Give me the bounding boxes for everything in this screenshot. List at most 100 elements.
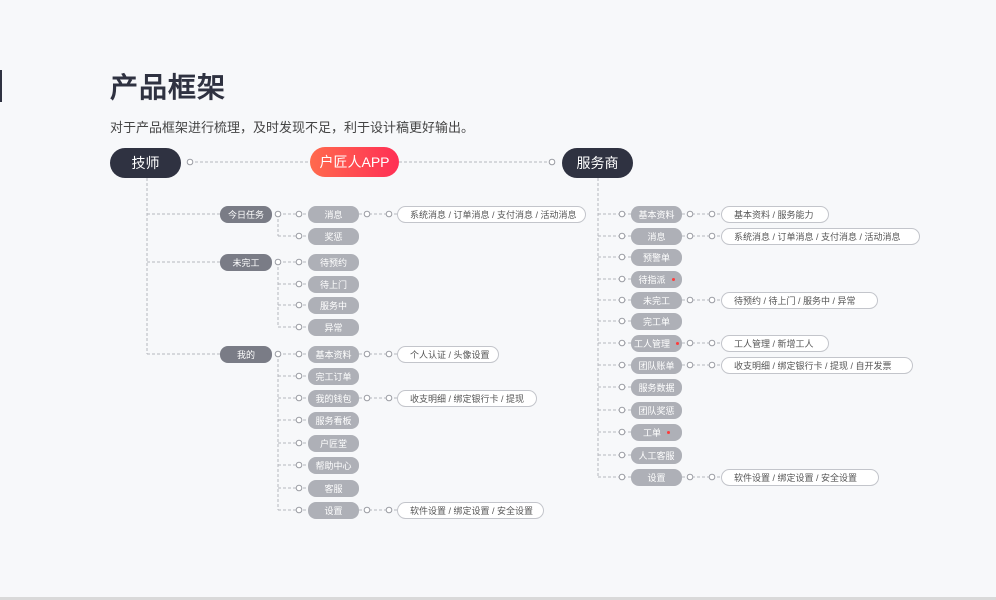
provider-item-6-label: 工人管理 <box>633 338 670 349</box>
provider-item-4[interactable]: 未完工 <box>631 291 682 309</box>
connector-dot <box>295 258 303 266</box>
connector-dot <box>295 280 303 288</box>
connector-dot <box>295 301 303 309</box>
provider-item-10-label: 工单 <box>642 427 661 438</box>
connector-dot <box>295 484 303 492</box>
connector-dot <box>295 506 303 514</box>
provider-detail-4-label: 待预约 / 待上门 / 服务中 / 异常 <box>734 295 856 306</box>
root-app[interactable]: 户匠人APP <box>310 147 399 177</box>
connector-dot <box>686 210 694 218</box>
alert-dot-icon <box>671 277 675 281</box>
provider-item-7-label: 团队账单 <box>638 360 675 371</box>
provider-item-9[interactable]: 团队奖惩 <box>631 401 682 419</box>
tech-detail-0-0[interactable]: 系统消息 / 订单消息 / 支付消息 / 活动消息 <box>397 205 586 223</box>
provider-item-10[interactable]: 工单 <box>631 423 682 441</box>
tech-item-2-6-label: 客服 <box>324 483 343 494</box>
tech-item-1-1[interactable]: 待上门 <box>308 275 359 293</box>
tech-item-1-2-label: 服务中 <box>319 300 347 311</box>
provider-detail-0-label: 基本资料 / 服务能力 <box>734 209 814 220</box>
provider-item-3-label: 待指派 <box>638 274 666 285</box>
connector-dot <box>295 210 303 218</box>
connector-dot <box>618 361 626 369</box>
tech-category-0[interactable]: 今日任务 <box>220 205 272 223</box>
connector-dot <box>295 372 303 380</box>
connector-dot <box>618 473 626 481</box>
connector-dot <box>295 232 303 240</box>
provider-detail-7-label: 收支明细 / 绑定银行卡 / 提现 / 自开发票 <box>734 360 892 371</box>
provider-item-4-label: 未完工 <box>642 295 670 306</box>
provider-item-3[interactable]: 待指派 <box>631 270 682 288</box>
provider-detail-1[interactable]: 系统消息 / 订单消息 / 支付消息 / 活动消息 <box>721 227 920 245</box>
provider-item-11-label: 人工客服 <box>638 450 675 461</box>
provider-detail-12[interactable]: 软件设置 / 绑定设置 / 安全设置 <box>721 468 879 486</box>
tech-item-2-2[interactable]: 我的钱包 <box>308 389 359 407</box>
tech-category-1[interactable]: 未完工 <box>220 253 272 271</box>
provider-item-1[interactable]: 消息 <box>631 227 682 245</box>
connector-dot <box>274 350 282 358</box>
tech-category-2[interactable]: 我的 <box>220 345 272 363</box>
provider-item-5-label: 完工单 <box>642 316 670 327</box>
tech-item-1-3-label: 异常 <box>324 322 343 333</box>
root-technician[interactable]: 技师 <box>110 148 181 178</box>
connector-dot <box>618 406 626 414</box>
provider-item-8[interactable]: 服务数据 <box>631 378 682 396</box>
tech-detail-2-0-label: 个人认证 / 头像设置 <box>410 349 490 360</box>
tech-item-2-4[interactable]: 户匠堂 <box>308 434 359 452</box>
provider-detail-6-label: 工人管理 / 新增工人 <box>734 338 814 349</box>
tech-detail-2-2[interactable]: 收支明细 / 绑定银行卡 / 提现 <box>397 389 537 407</box>
tech-item-2-0[interactable]: 基本资料 <box>308 345 359 363</box>
connector-dot <box>295 416 303 424</box>
provider-item-11[interactable]: 人工客服 <box>631 446 682 464</box>
connector-dot <box>295 323 303 331</box>
connector-dot <box>363 350 371 358</box>
provider-item-9-label: 团队奖惩 <box>638 405 675 416</box>
root-provider[interactable]: 服务商 <box>562 148 633 178</box>
connector-dot <box>708 210 716 218</box>
provider-item-0[interactable]: 基本资料 <box>631 205 682 223</box>
provider-detail-6[interactable]: 工人管理 / 新增工人 <box>721 334 829 352</box>
tech-detail-2-7-label: 软件设置 / 绑定设置 / 安全设置 <box>410 505 534 516</box>
connector-dot <box>618 275 626 283</box>
connector-dot <box>363 210 371 218</box>
tech-item-1-1-label: 待上门 <box>319 279 347 290</box>
provider-item-2-label: 预警单 <box>642 252 670 263</box>
tech-item-2-1-label: 完工订单 <box>315 371 352 382</box>
tech-item-1-3[interactable]: 异常 <box>308 318 359 336</box>
provider-item-6[interactable]: 工人管理 <box>631 334 682 352</box>
connector-dot <box>618 232 626 240</box>
provider-item-7[interactable]: 团队账单 <box>631 356 682 374</box>
tech-item-2-2-label: 我的钱包 <box>315 393 352 404</box>
connector-dot <box>274 258 282 266</box>
tech-item-1-2[interactable]: 服务中 <box>308 296 359 314</box>
connector-dot <box>186 158 194 166</box>
tech-item-1-0-label: 待预约 <box>319 257 347 268</box>
tech-item-2-1[interactable]: 完工订单 <box>308 367 359 385</box>
tech-item-2-6[interactable]: 客服 <box>308 479 359 497</box>
connector-dot <box>618 428 626 436</box>
tech-detail-2-7[interactable]: 软件设置 / 绑定设置 / 安全设置 <box>397 501 544 519</box>
connector-dot <box>686 232 694 240</box>
provider-item-2[interactable]: 预警单 <box>631 248 682 266</box>
tech-item-2-3[interactable]: 服务看板 <box>308 411 359 429</box>
tech-item-0-0[interactable]: 消息 <box>308 205 359 223</box>
alert-dot-icon <box>676 341 679 345</box>
connector-dot <box>618 317 626 325</box>
tech-item-2-5[interactable]: 帮助中心 <box>308 456 359 474</box>
tech-item-2-7[interactable]: 设置 <box>308 501 359 519</box>
provider-detail-7[interactable]: 收支明细 / 绑定银行卡 / 提现 / 自开发票 <box>721 356 913 374</box>
tech-detail-2-0[interactable]: 个人认证 / 头像设置 <box>397 345 499 363</box>
provider-item-0-label: 基本资料 <box>638 209 675 220</box>
connector-dot <box>708 232 716 240</box>
connector-dot <box>686 361 694 369</box>
tech-item-2-7-label: 设置 <box>324 505 343 516</box>
provider-item-5[interactable]: 完工单 <box>631 312 682 330</box>
tech-item-0-1[interactable]: 奖惩 <box>308 227 359 245</box>
provider-detail-0[interactable]: 基本资料 / 服务能力 <box>721 205 829 223</box>
connector-dot <box>618 253 626 261</box>
provider-detail-12-label: 软件设置 / 绑定设置 / 安全设置 <box>734 472 858 483</box>
connector-dot <box>618 296 626 304</box>
tech-category-1-label: 未完工 <box>232 257 260 268</box>
provider-detail-4[interactable]: 待预约 / 待上门 / 服务中 / 异常 <box>721 291 878 309</box>
tech-item-1-0[interactable]: 待预约 <box>308 253 359 271</box>
provider-item-12[interactable]: 设置 <box>631 468 682 486</box>
